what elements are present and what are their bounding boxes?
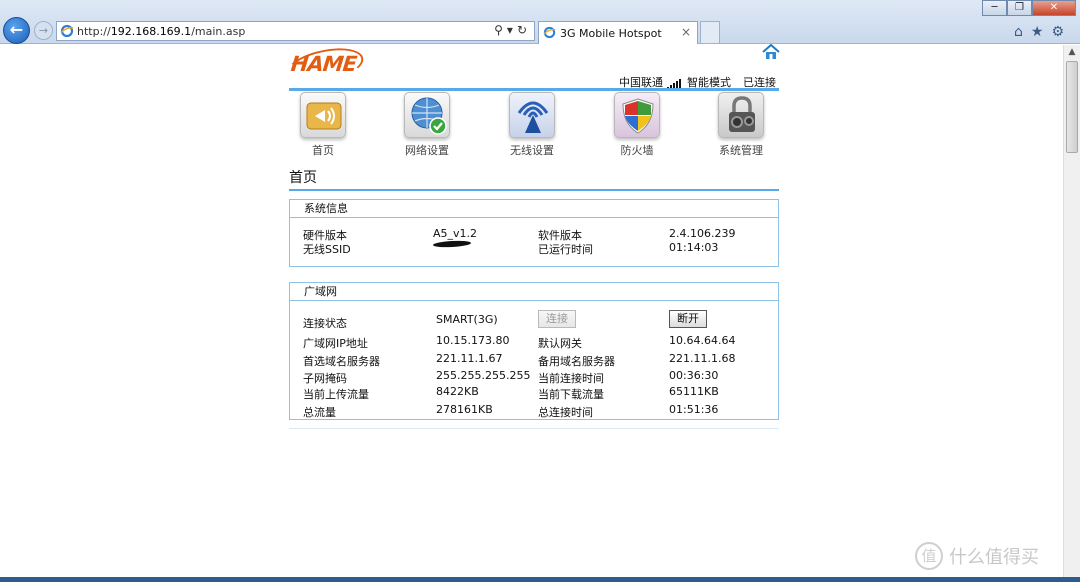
tab-close-icon[interactable]: × xyxy=(681,25,691,39)
upload-traffic-label: 当前上传流量 xyxy=(303,388,369,401)
wan-ip-value: 10.15.173.80 xyxy=(436,334,510,347)
taskbar-strip xyxy=(0,577,1080,582)
browser-chrome: ← → http://192.168.169.1/main.asp ⚲▾↻ 3G… xyxy=(0,0,1080,44)
wireless-tower-icon xyxy=(509,92,555,138)
hame-logo: HAME xyxy=(289,52,358,76)
wan-ip-label: 广域网IP地址 xyxy=(303,337,368,350)
menu-item-wireless[interactable]: 无线设置 xyxy=(497,92,567,158)
ssid-redacted-value xyxy=(432,240,472,248)
browser-tab[interactable]: 3G Mobile Hotspot × xyxy=(538,21,698,44)
menu-label-network: 网络设置 xyxy=(405,144,449,157)
gateway-label: 默认网关 xyxy=(538,337,582,350)
favorites-star-icon[interactable]: ★ xyxy=(1031,24,1052,40)
menu-label-wireless: 无线设置 xyxy=(510,144,554,157)
gears-lock-icon xyxy=(718,92,764,138)
menu-item-home[interactable]: 首页 xyxy=(288,92,358,158)
menu-label-firewall: 防火墙 xyxy=(620,144,654,157)
page-title: 首页 xyxy=(289,170,317,186)
system-info-panel: 系统信息 硬件版本 A5_v1.2 软件版本 2.4.106.239 无线SSI… xyxy=(289,199,779,267)
menu-item-firewall[interactable]: 防火墙 xyxy=(602,92,672,158)
close-window-button[interactable]: ✕ xyxy=(1032,0,1076,16)
forward-button[interactable]: → xyxy=(34,21,53,40)
search-icon[interactable]: ⚲ xyxy=(494,23,507,37)
disconnect-button[interactable]: 断开 xyxy=(669,310,707,328)
primary-dns-label: 首选域名服务器 xyxy=(303,355,380,368)
current-connection-time-value: 00:36:30 xyxy=(669,369,719,382)
address-tools[interactable]: ⚲▾↻ xyxy=(494,23,531,37)
shield-icon xyxy=(614,92,660,138)
uptime-label: 已运行时间 xyxy=(538,243,593,256)
menu-label-system: 系统管理 xyxy=(719,144,763,157)
total-traffic-label: 总流量 xyxy=(303,406,336,419)
watermark: 值 什么值得买 xyxy=(915,542,1039,570)
minimize-button[interactable]: ─ xyxy=(982,0,1007,16)
subnet-mask-label: 子网掩码 xyxy=(303,372,347,385)
secondary-dns-value: 221.11.1.68 xyxy=(669,352,736,365)
new-tab-button[interactable] xyxy=(700,21,720,43)
upload-traffic-value: 8422KB xyxy=(436,385,479,398)
wan-status-value: SMART(3G) xyxy=(436,313,498,326)
browser-toolbar-right: ⌂★⚙ xyxy=(1014,24,1072,40)
window-controls: ─ ❐ ✕ xyxy=(982,0,1076,16)
gateway-value: 10.64.64.64 xyxy=(669,334,736,347)
settings-gear-icon[interactable]: ⚙ xyxy=(1051,24,1072,40)
primary-dns-value: 221.11.1.67 xyxy=(436,352,503,365)
download-traffic-value: 65111KB xyxy=(669,385,719,398)
main-menu: 首页 网络设置 无线设置 防火墙 系统管理 xyxy=(289,92,779,158)
uptime-value: 01:14:03 xyxy=(669,241,719,254)
total-traffic-value: 278161KB xyxy=(436,403,493,416)
hardware-version-value: A5_v1.2 xyxy=(433,227,478,240)
wan-status-label: 连接状态 xyxy=(303,317,347,330)
refresh-icon[interactable]: ↻ xyxy=(517,23,531,37)
wan-title: 广域网 xyxy=(290,283,778,301)
dropdown-icon[interactable]: ▾ xyxy=(507,23,517,37)
url-text: http://192.168.169.1/main.asp xyxy=(77,25,246,38)
download-traffic-label: 当前下载流量 xyxy=(538,388,604,401)
home-icon[interactable] xyxy=(762,44,780,60)
total-connection-time-value: 01:51:36 xyxy=(669,403,719,416)
ie-tab-icon xyxy=(543,26,556,39)
tab-title: 3G Mobile Hotspot xyxy=(560,27,662,40)
back-button[interactable]: ← xyxy=(3,17,30,44)
footer-divider xyxy=(289,428,779,429)
software-version-value: 2.4.106.239 xyxy=(669,227,736,240)
current-connection-time-label: 当前连接时间 xyxy=(538,372,604,385)
ssid-label: 无线SSID xyxy=(303,243,351,256)
header-divider xyxy=(289,88,779,91)
maximize-button[interactable]: ❐ xyxy=(1007,0,1032,16)
watermark-text: 什么值得买 xyxy=(949,547,1039,568)
scroll-up-icon[interactable]: ▲ xyxy=(1064,47,1080,57)
secondary-dns-label: 备用域名服务器 xyxy=(538,355,615,368)
menu-label-home: 首页 xyxy=(312,144,334,157)
total-connection-time-label: 总连接时间 xyxy=(538,406,593,419)
ie-page-icon xyxy=(60,24,74,38)
scroll-thumb[interactable] xyxy=(1066,61,1078,153)
watermark-logo-icon: 值 xyxy=(915,542,943,570)
menu-item-system[interactable]: 系统管理 xyxy=(706,92,776,158)
address-bar[interactable]: http://192.168.169.1/main.asp ⚲▾↻ xyxy=(56,21,535,41)
home-page-icon[interactable]: ⌂ xyxy=(1014,24,1031,40)
home-sound-icon xyxy=(300,92,346,138)
subnet-mask-value: 255.255.255.255 xyxy=(436,369,531,382)
connect-button[interactable]: 连接 xyxy=(538,310,576,328)
title-divider xyxy=(289,189,779,191)
vertical-scrollbar[interactable]: ▲ xyxy=(1063,45,1080,578)
wan-panel: 广域网 连接状态 SMART(3G) 连接 断开 广域网IP地址 10.15.1… xyxy=(289,282,779,420)
menu-item-network[interactable]: 网络设置 xyxy=(392,92,462,158)
system-info-title: 系统信息 xyxy=(290,200,778,218)
globe-check-icon xyxy=(404,92,450,138)
